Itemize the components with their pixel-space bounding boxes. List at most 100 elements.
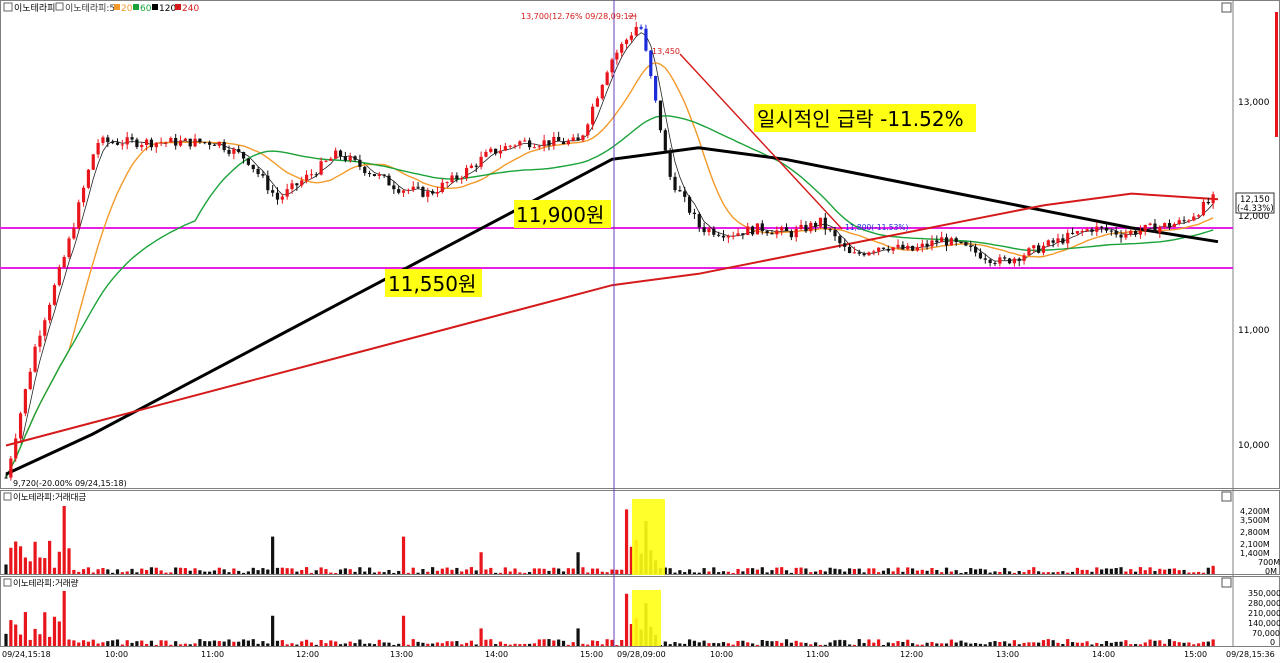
amount-bar [421,568,425,574]
candle-body [1167,223,1172,227]
legend-box-icon [3,492,12,501]
stock-chart: 이노테라피 이노테라피:5 20 60 120 240 13,000 12,00… [0,0,1280,659]
candle-body [52,285,57,305]
candle-body [750,226,755,235]
volume-bar [600,644,604,646]
volume-bar [314,644,318,646]
panel-close-icon[interactable] [1221,577,1232,588]
amount-bar [18,546,23,574]
volume-bar [324,643,328,646]
candle-body [930,240,934,247]
volume-bar [275,640,280,646]
amount-bar [1104,568,1109,574]
amount-bar [86,567,91,574]
amount-bar [508,571,512,574]
amount-bar [1056,571,1060,574]
volume-bar [692,640,697,646]
volume-bar [1022,642,1026,646]
candle-body [77,202,81,229]
amount-bar [290,568,294,574]
amount-bar [877,572,881,574]
volume-bar [164,640,168,646]
volume-bar [843,640,847,646]
amount-bar [1095,567,1099,574]
amount-bar [799,567,803,574]
candle-body [9,458,13,478]
volume-bar [348,641,352,646]
volume-bar [1163,643,1167,646]
candle-body [494,148,498,154]
candle-body [125,137,129,145]
volume-bar [48,636,52,646]
amount-bar [862,572,866,574]
amount-bar [1041,572,1046,574]
candle-body [382,174,386,176]
volume-bar [1148,639,1152,646]
candle-body [38,335,42,347]
volume-bar [397,643,401,646]
candle-body [1148,223,1152,225]
amount-bar [178,567,183,574]
volume-bar [96,643,100,646]
candle-body [62,256,66,268]
candle-body [964,242,968,246]
candle-body [770,233,774,235]
y-tick: 3,500M [1240,516,1270,525]
volume-bar [1041,640,1046,646]
amount-bar [246,571,250,574]
volume-bar [426,643,430,646]
volume-bar [508,644,512,646]
amount-bar [319,567,323,574]
amount-bar [130,568,134,574]
amount-bar [144,570,149,574]
candle-body [600,84,604,99]
candle-body [304,174,309,181]
candle-body [527,140,532,148]
panel-close-icon[interactable] [1221,2,1232,13]
candle-body [72,228,76,239]
candle-body [644,28,648,51]
volume-bar [809,644,813,646]
candle-body [4,477,8,479]
amount-bar [998,571,1002,574]
legend-box-icon [55,2,64,11]
volume-bar [920,644,924,646]
volume-bar [266,643,270,646]
volume-bar [833,640,837,646]
candle-body [464,167,469,179]
candle-body [363,166,367,174]
x-axis: 09/24,15:18 09/28,15:36 10:00 11:00 12:0… [2,650,1275,659]
volume-bar [72,640,76,646]
volume-bar [1007,643,1012,646]
candle-body [498,150,503,154]
amount-bar [983,569,987,574]
amount-bar [9,547,13,574]
legend-swatch [133,4,139,10]
volume-bar [217,641,221,646]
volume-highlight [632,590,661,646]
volume-bar [1100,644,1104,646]
volume-bar [872,642,876,646]
volume-bar [518,644,522,646]
amount-bar [426,571,430,574]
amount-bar [4,564,8,574]
amount-bar [1109,568,1113,574]
candle-body [668,150,672,177]
volume-bar [857,639,861,646]
amount-bar [935,569,939,574]
candle-body [629,35,633,40]
chart-root: 이노테라피 이노테라피:5 20 60 120 240 13,000 12,00… [0,0,1280,659]
candle-body [474,165,478,167]
amount-bar [974,569,978,574]
volume-bar [513,643,517,646]
amount-bar [217,567,221,574]
volume-bar [1153,640,1157,646]
amount-bar [1032,567,1036,574]
volume-bar [954,642,958,646]
volume-bar [935,643,939,646]
candle-body [1197,215,1201,217]
volume-bar [1104,640,1109,646]
candle-body [886,248,890,251]
panel-close-icon[interactable] [1221,491,1232,502]
candle-body [43,320,47,336]
